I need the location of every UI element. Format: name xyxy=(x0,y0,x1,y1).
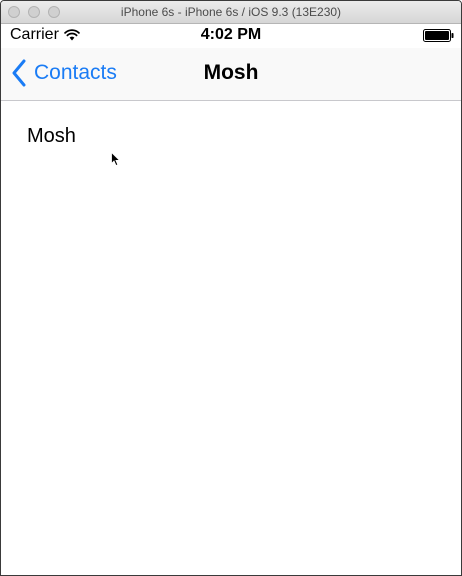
status-bar: Carrier 4:02 PM xyxy=(1,24,461,48)
status-time: 4:02 PM xyxy=(200,26,262,43)
navigation-bar: Contacts Mosh xyxy=(1,48,461,101)
device-screen: Carrier 4:02 PM Contacts Mosh Mosh xyxy=(1,24,461,575)
simulator-window: iPhone 6s - iPhone 6s / iOS 9.3 (13E230)… xyxy=(0,0,462,576)
battery-icon xyxy=(423,29,454,42)
contact-name-label: Mosh xyxy=(27,125,76,147)
navigation-title: Mosh xyxy=(203,61,259,84)
window-titlebar: iPhone 6s - iPhone 6s / iOS 9.3 (13E230) xyxy=(1,1,461,24)
mouse-cursor-icon xyxy=(111,152,121,167)
contact-detail-view: Mosh xyxy=(1,101,461,575)
window-title: iPhone 6s - iPhone 6s / iOS 9.3 (13E230) xyxy=(120,5,342,19)
